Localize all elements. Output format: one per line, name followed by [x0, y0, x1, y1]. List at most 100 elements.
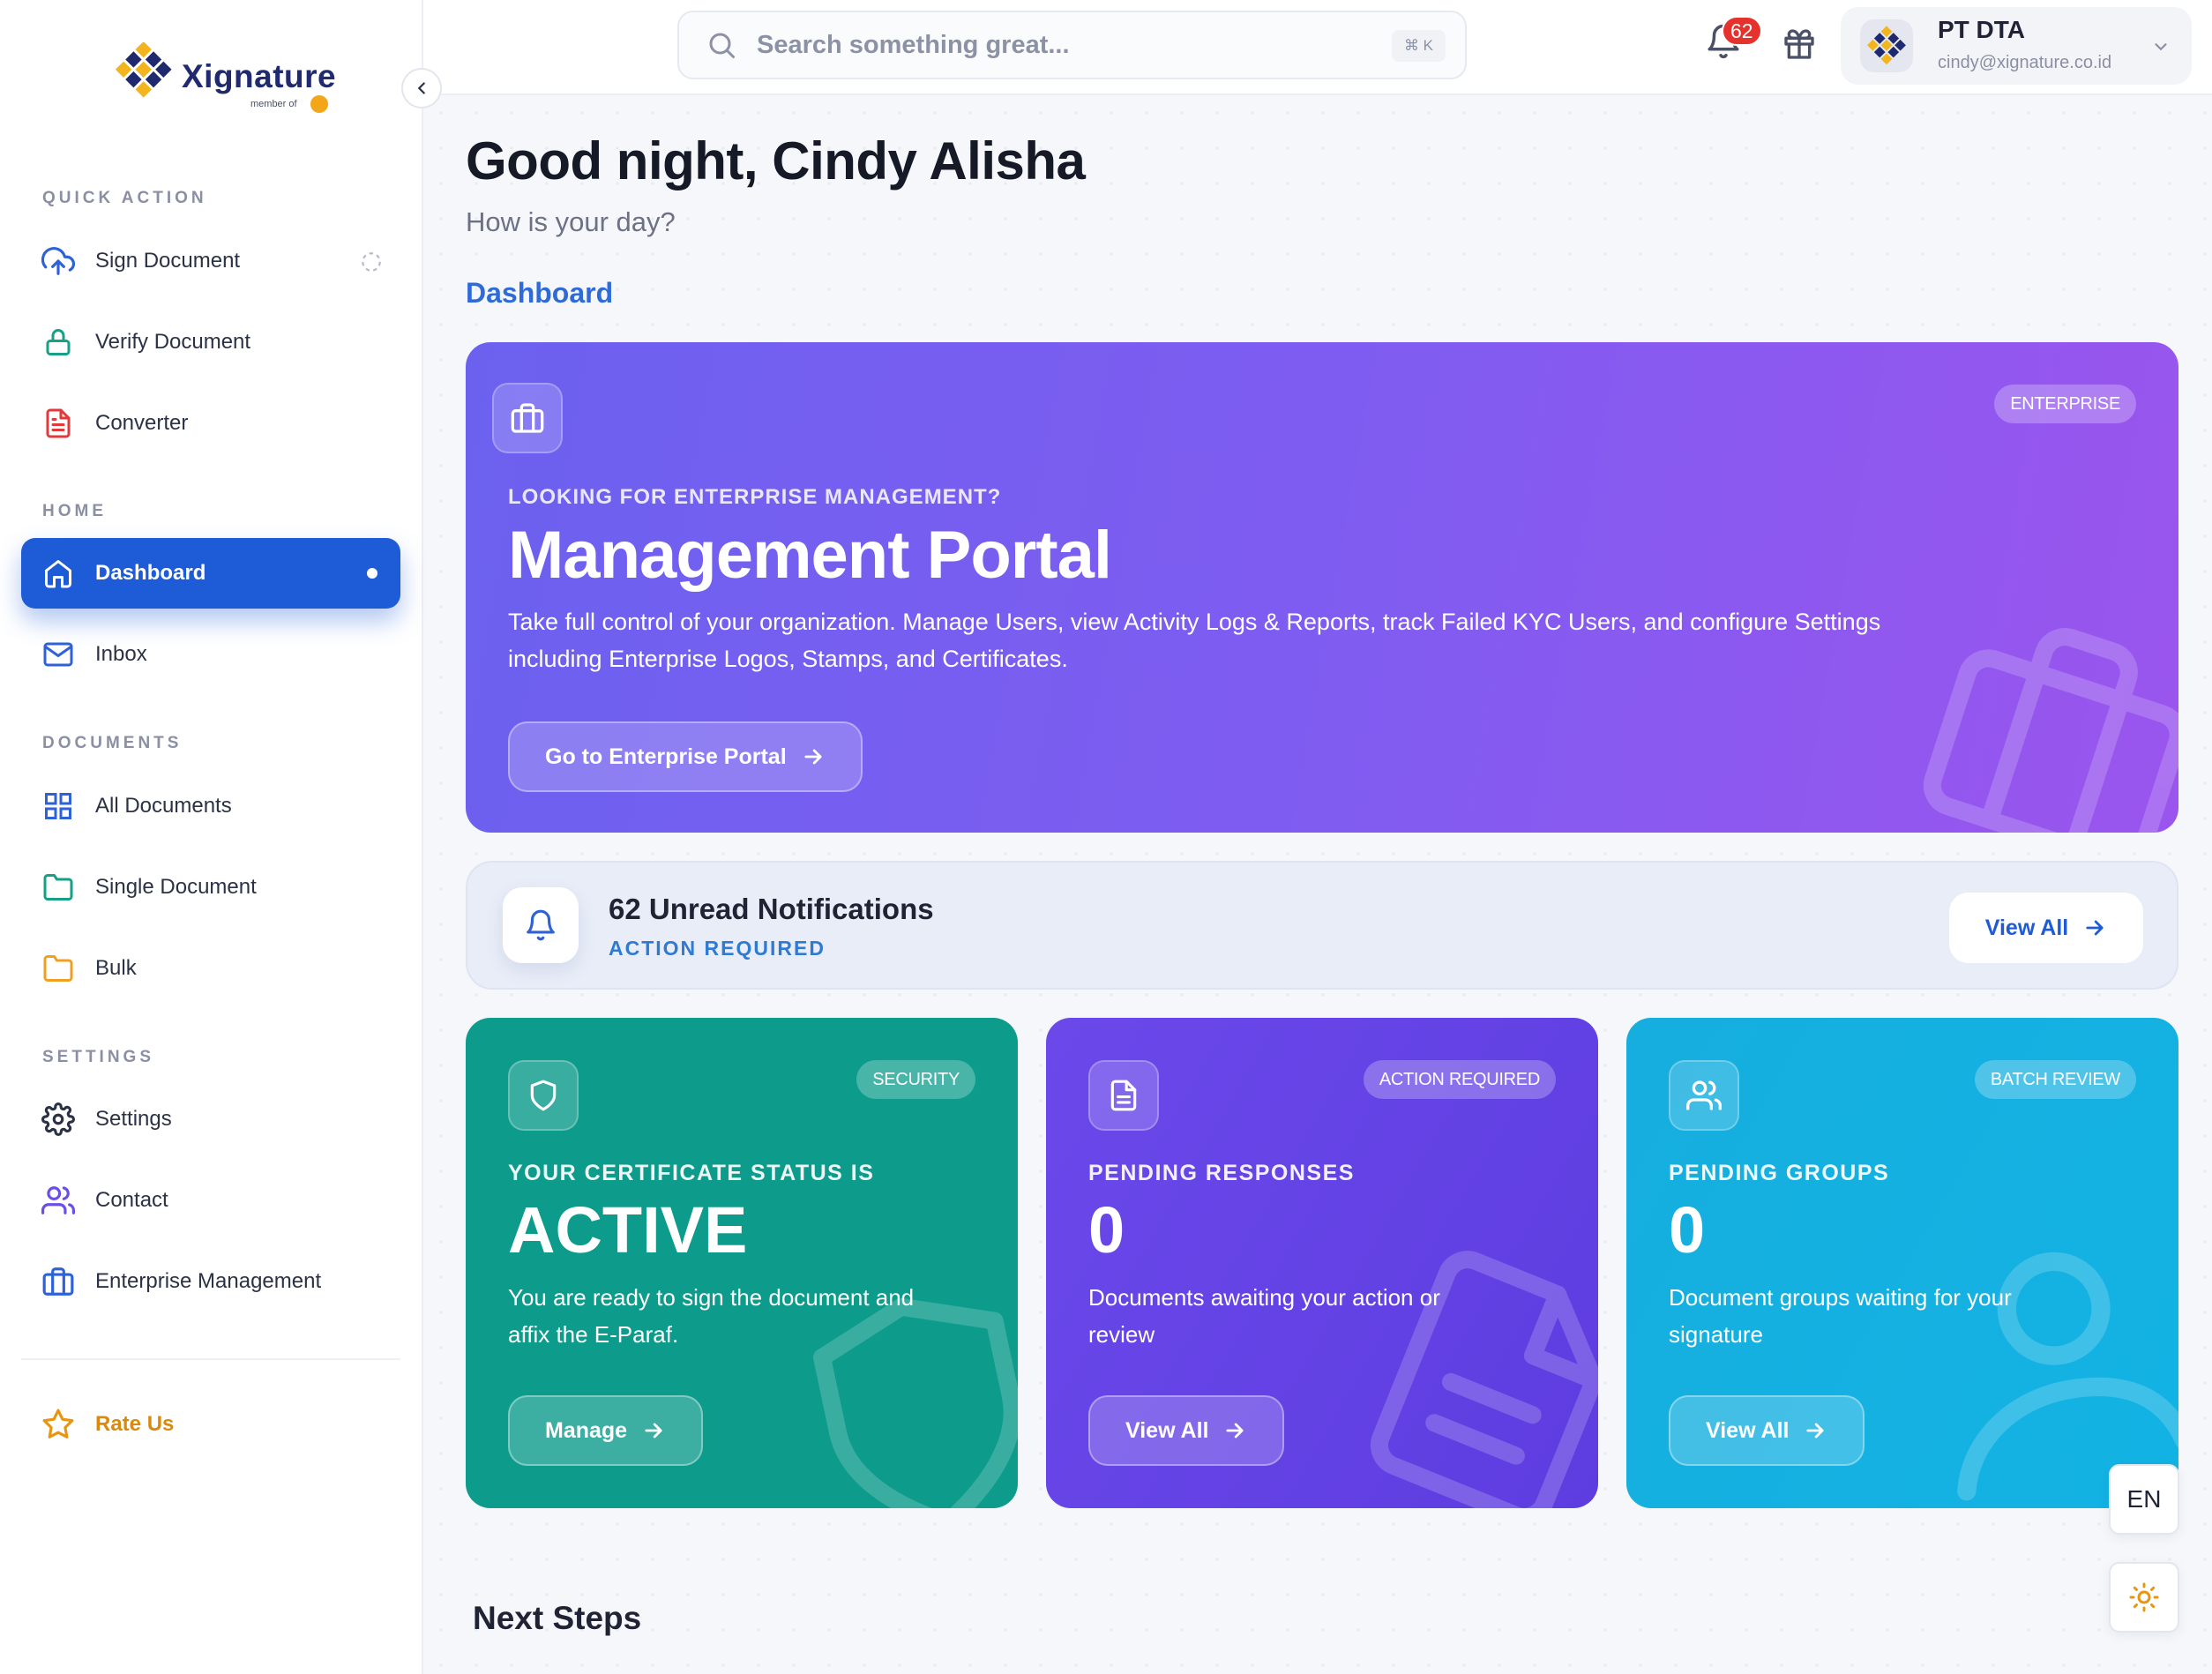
page-subtitle: How is your day? [466, 206, 676, 237]
section-label-documents: DOCUMENTS [42, 734, 183, 752]
sidebar-item-label: Rate Us [95, 1412, 175, 1436]
sidebar-item-bulk[interactable]: Bulk [21, 933, 400, 1004]
go-to-enterprise-portal-button[interactable]: Go to Enterprise Portal [508, 721, 863, 792]
briefcase-icon [511, 403, 544, 433]
sidebar: Xignature member of QUICK ACTION Sign Do… [0, 0, 423, 1674]
pending-responses-card: ACTION REQUIRED PENDING RESPONSES 0 Docu… [1046, 1018, 1598, 1508]
card-icon-box [508, 1060, 579, 1131]
sidebar-item-rate-us[interactable]: Rate Us [21, 1389, 400, 1460]
collapse-sidebar-button[interactable] [401, 68, 442, 108]
chevron-down-icon [2151, 37, 2171, 61]
home-icon [21, 557, 95, 589]
logo-mark-icon [115, 42, 172, 98]
sidebar-divider [21, 1358, 400, 1360]
briefcase-icon [21, 1265, 95, 1298]
sidebar-item-inbox[interactable]: Inbox [21, 619, 400, 690]
action-required-badge: ACTION REQUIRED [1363, 1060, 1556, 1099]
user-name: PT DTA [1938, 16, 2026, 43]
brand-name: Xignature [182, 58, 337, 94]
pending-groups-card: BATCH REVIEW PENDING GROUPS 0 Document g… [1626, 1018, 2178, 1508]
sidebar-item-dashboard[interactable]: Dashboard [21, 538, 400, 609]
sidebar-item-enterprise-management[interactable]: Enterprise Management [21, 1246, 400, 1317]
sidebar-item-all-documents[interactable]: All Documents [21, 771, 400, 841]
sidebar-item-settings[interactable]: Settings [21, 1084, 400, 1155]
portal-description: Take full control of your organization. … [508, 609, 1881, 672]
folder-icon [21, 953, 95, 984]
certificate-status-card: SECURITY YOUR CERTIFICATE STATUS IS ACTI… [466, 1018, 1018, 1508]
sidebar-item-label: Inbox [95, 642, 147, 666]
manage-certificate-button[interactable]: Manage [508, 1395, 704, 1466]
enterprise-badge: ENTERPRISE [1994, 385, 2136, 423]
parent-brand-mark [310, 95, 328, 113]
sun-icon [2129, 1582, 2159, 1612]
search-input[interactable]: Search something great... ⌘ K [677, 11, 1467, 79]
arrow-right-icon [804, 749, 822, 765]
sidebar-item-contact[interactable]: Contact [21, 1165, 400, 1236]
arrow-right-icon [2086, 920, 2104, 936]
card-icon-box [1669, 1060, 1739, 1131]
button-label: View All [1984, 915, 2069, 940]
arrow-right-icon [1226, 1423, 1244, 1439]
sidebar-item-label: Single Document [95, 875, 257, 899]
enterprise-portal-banner: ENTERPRISE LOOKING FOR ENTERPRISE MANAGE… [466, 342, 2178, 833]
security-badge: SECURITY [856, 1060, 975, 1099]
theme-toggle-button[interactable] [2109, 1562, 2179, 1633]
portal-icon-box [492, 383, 563, 453]
card-description: You are ready to sign the document and a… [508, 1284, 915, 1348]
arrow-right-icon [1806, 1423, 1825, 1439]
mail-icon [21, 639, 95, 670]
button-label: View All [1706, 1417, 1790, 1443]
company-logo-icon [1867, 26, 1906, 65]
card-eyebrow: PENDING GROUPS [1669, 1161, 1890, 1185]
file-text-icon [21, 407, 95, 439]
section-label-home: HOME [42, 502, 107, 520]
notifications-subtitle: ACTION REQUIRED [609, 937, 826, 960]
bell-icon [527, 909, 555, 941]
sidebar-item-verify-document[interactable]: Verify Document [21, 307, 400, 377]
view-pending-groups-button[interactable]: View All [1669, 1395, 1865, 1466]
chevron-left-icon [417, 82, 425, 94]
user-menu[interactable]: PT DTA cindy@xignature.co.id [1841, 7, 2192, 85]
language-switcher[interactable]: EN [2109, 1464, 2179, 1535]
sync-icon [360, 250, 383, 278]
next-steps-heading: Next Steps [473, 1600, 642, 1636]
sidebar-item-converter[interactable]: Converter [21, 388, 400, 459]
card-icon-box [1088, 1060, 1159, 1131]
search-shortcut-hint: ⌘ K [1391, 30, 1446, 62]
active-indicator [367, 568, 377, 579]
sidebar-item-single-document[interactable]: Single Document [21, 852, 400, 923]
card-eyebrow: PENDING RESPONSES [1088, 1161, 1355, 1185]
button-label: Manage [545, 1417, 628, 1443]
view-all-notifications-button[interactable]: View All [1949, 893, 2143, 963]
button-label: Go to Enterprise Portal [545, 744, 787, 769]
section-label-settings: SETTINGS [42, 1048, 155, 1066]
sidebar-item-label: Contact [95, 1188, 168, 1212]
card-eyebrow: YOUR CERTIFICATE STATUS IS [508, 1161, 875, 1185]
pending-responses-count: 0 [1088, 1193, 1125, 1267]
sidebar-item-label: Bulk [95, 956, 137, 980]
gift-button[interactable] [1782, 26, 1817, 66]
notification-count-badge: 62 [1722, 16, 1762, 46]
card-description: Documents awaiting your action or review [1088, 1284, 1440, 1348]
section-label-quick-action: QUICK ACTION [42, 189, 207, 207]
button-label: View All [1125, 1417, 1209, 1443]
breadcrumb[interactable]: Dashboard [466, 277, 613, 310]
lock-icon [21, 326, 95, 358]
brand-logo[interactable]: Xignature member of [88, 42, 337, 116]
sidebar-item-label: Verify Document [95, 330, 251, 354]
batch-review-badge: BATCH REVIEW [1974, 1060, 2136, 1099]
brand-sub: member of [250, 99, 297, 109]
view-pending-responses-button[interactable]: View All [1088, 1395, 1285, 1466]
folder-icon [21, 871, 95, 903]
file-text-icon [1110, 1080, 1137, 1111]
pending-groups-count: 0 [1669, 1193, 1706, 1267]
notifications-summary: 62 Unread Notifications ACTION REQUIRED … [466, 861, 2178, 990]
avatar [1860, 19, 1913, 72]
star-icon [21, 1408, 95, 1441]
cloud-upload-icon [21, 244, 95, 278]
shield-icon [530, 1080, 557, 1111]
sidebar-item-sign-document[interactable]: Sign Document [21, 226, 400, 296]
search-icon [706, 29, 737, 61]
sidebar-item-label: Converter [95, 411, 189, 435]
notifications-title: 62 Unread Notifications [609, 893, 934, 925]
